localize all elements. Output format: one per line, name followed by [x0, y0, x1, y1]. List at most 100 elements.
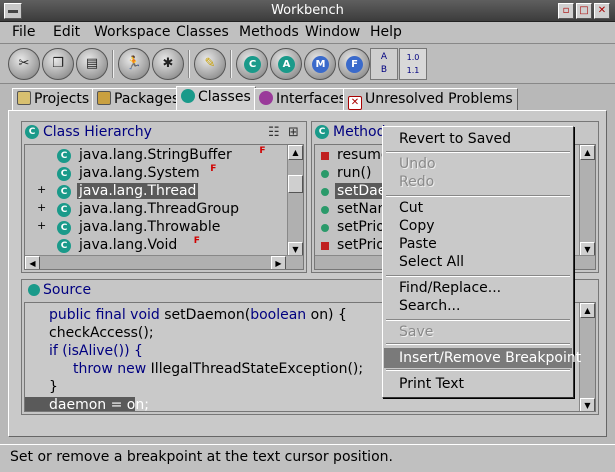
- menu-item-print-text[interactable]: Print Text: [384, 374, 572, 394]
- scroll-up-icon[interactable]: ▲: [580, 303, 595, 318]
- menu-help[interactable]: Help: [370, 24, 402, 40]
- status-text: Set or remove a breakpoint at the text c…: [10, 449, 393, 465]
- pane-title: Class Hierarchy: [43, 124, 152, 140]
- title-bar: Workbench ▫ □ ✕: [0, 0, 615, 22]
- class-name: java.lang.StringBuffer: [79, 147, 232, 163]
- expand-icon[interactable]: +: [37, 201, 46, 214]
- menu-edit[interactable]: Edit: [53, 24, 80, 40]
- class-name: java.lang.ThreadGroup: [79, 201, 240, 217]
- window-title: Workbench: [271, 3, 344, 18]
- menu-methods[interactable]: Methods: [239, 24, 299, 40]
- menu-workspace[interactable]: Workspace: [94, 24, 171, 40]
- tab-interfaces[interactable]: Interfaces: [254, 88, 351, 110]
- tab-unresolved-problems[interactable]: ✕ Unresolved Problems: [343, 88, 518, 110]
- scroll-right-icon[interactable]: ▶: [271, 256, 286, 269]
- pane-title: Source: [43, 282, 92, 298]
- new-method-icon[interactable]: M: [304, 48, 336, 80]
- menu-item-cut[interactable]: Cut: [384, 198, 572, 218]
- packages-icon: [97, 91, 111, 105]
- class-list-item[interactable]: Cjava.lang.Void F: [25, 236, 289, 255]
- public-method-icon: [321, 206, 329, 214]
- toolbar-separator: [230, 50, 232, 78]
- menu-separator: [386, 275, 570, 277]
- source-vscrollbar[interactable]: ▲ ▼: [579, 303, 595, 411]
- graph-view-icon[interactable]: ⊞: [288, 125, 299, 140]
- sort-version-icon[interactable]: 1.0 1.1: [399, 48, 427, 80]
- class-name: java.lang.System: [79, 165, 200, 181]
- close-icon[interactable]: ✕: [594, 3, 610, 19]
- class-icon: C: [57, 185, 71, 199]
- class-icon: C: [57, 239, 71, 253]
- class-list: Cjava.lang.StringBuffer F Cjava.lang.Syste…: [24, 144, 304, 270]
- scroll-thumb[interactable]: [288, 175, 303, 193]
- new-applet-icon[interactable]: A: [270, 48, 302, 80]
- maximize-icon[interactable]: □: [576, 3, 592, 19]
- class-list-item[interactable]: + Cjava.lang.ThreadGroup: [25, 201, 289, 219]
- code-line: }: [49, 379, 58, 395]
- code-line: if (isAlive()) {: [49, 343, 143, 359]
- minimize-icon[interactable]: ▫: [558, 3, 574, 19]
- scroll-down-icon[interactable]: ▼: [580, 398, 595, 411]
- class-icon: C: [315, 125, 329, 139]
- expand-icon[interactable]: +: [37, 183, 46, 196]
- menu-separator: [386, 319, 570, 321]
- menu-classes[interactable]: Classes: [176, 24, 229, 40]
- tree-view-icon[interactable]: ☷: [268, 125, 280, 140]
- class-list-item[interactable]: + Cjava.lang.Throwable: [25, 219, 289, 237]
- tab-classes[interactable]: Classes: [176, 86, 256, 111]
- class-list-item[interactable]: Cjava.lang.System F: [25, 164, 289, 183]
- class-name: java.lang.Thread: [77, 183, 199, 199]
- menu-item-save: Save: [399, 324, 434, 340]
- code-line-selected: daemon = on;: [25, 397, 149, 411]
- menu-item-undo: Undo: [399, 156, 436, 172]
- class-list-hscrollbar[interactable]: ◀ ▶: [25, 255, 303, 269]
- method-icon: [28, 284, 40, 296]
- menu-file[interactable]: File: [12, 24, 35, 40]
- copy-icon[interactable]: ❐: [42, 48, 74, 80]
- final-flag: F: [210, 164, 217, 174]
- class-list-item[interactable]: Cjava.lang.StringBuffer F: [25, 146, 289, 165]
- class-list-item[interactable]: + Cjava.lang.Thread: [25, 183, 289, 201]
- private-method-icon: [321, 242, 329, 250]
- new-field-icon[interactable]: F: [338, 48, 370, 80]
- run-icon[interactable]: 🏃: [118, 48, 150, 80]
- class-icon: C: [57, 149, 71, 163]
- debug-icon[interactable]: ✱: [152, 48, 184, 80]
- menu-item-search[interactable]: Search...: [384, 296, 572, 316]
- scroll-up-icon[interactable]: ▲: [288, 145, 303, 160]
- menu-item-revert[interactable]: Revert to Saved: [384, 129, 572, 149]
- menu-separator: [386, 369, 570, 371]
- class-icon: C: [57, 203, 71, 217]
- scroll-up-icon[interactable]: ▲: [580, 145, 595, 160]
- menu-separator: [386, 151, 570, 153]
- scroll-left-icon[interactable]: ◀: [25, 256, 40, 269]
- new-class-icon[interactable]: C: [236, 48, 268, 80]
- class-list-vscrollbar[interactable]: ▲ ▼: [287, 145, 303, 257]
- menu-window[interactable]: Window: [305, 24, 360, 40]
- method-name: run(): [337, 165, 372, 181]
- cut-icon[interactable]: ✂: [8, 48, 40, 80]
- menu-item-find-replace[interactable]: Find/Replace...: [384, 278, 572, 298]
- code-line: public final void setDaemon(boolean on) …: [49, 307, 347, 323]
- interface-icon: [259, 91, 273, 105]
- class-icon: C: [25, 125, 39, 139]
- menu-item-paste[interactable]: Paste: [384, 234, 572, 254]
- projects-icon: [17, 91, 31, 105]
- method-list-vscrollbar[interactable]: ▲ ▼: [579, 145, 595, 257]
- brush-icon[interactable]: ✎: [194, 48, 226, 80]
- menu-item-select-all[interactable]: Select All: [384, 252, 572, 272]
- problem-icon: ✕: [348, 96, 362, 110]
- menu-item-insert-remove-breakpoint[interactable]: Insert/Remove Breakpoint: [384, 348, 581, 368]
- sort-toggle-group: AB 1.0 1.1: [368, 48, 427, 80]
- expand-icon[interactable]: +: [37, 219, 46, 232]
- menu-bar: File Edit Workspace Classes Methods Wind…: [0, 22, 615, 44]
- sort-alpha-icon[interactable]: AB: [370, 48, 398, 80]
- private-method-icon: [321, 152, 329, 160]
- menu-item-copy[interactable]: Copy: [384, 216, 572, 236]
- paste-icon[interactable]: ▤: [76, 48, 108, 80]
- tab-projects[interactable]: Projects: [12, 88, 95, 110]
- tab-packages[interactable]: Packages: [92, 88, 185, 110]
- code-line: throw new IllegalThreadStateException();: [73, 361, 364, 377]
- menu-separator: [386, 343, 570, 345]
- toolbar-separator: [188, 50, 190, 78]
